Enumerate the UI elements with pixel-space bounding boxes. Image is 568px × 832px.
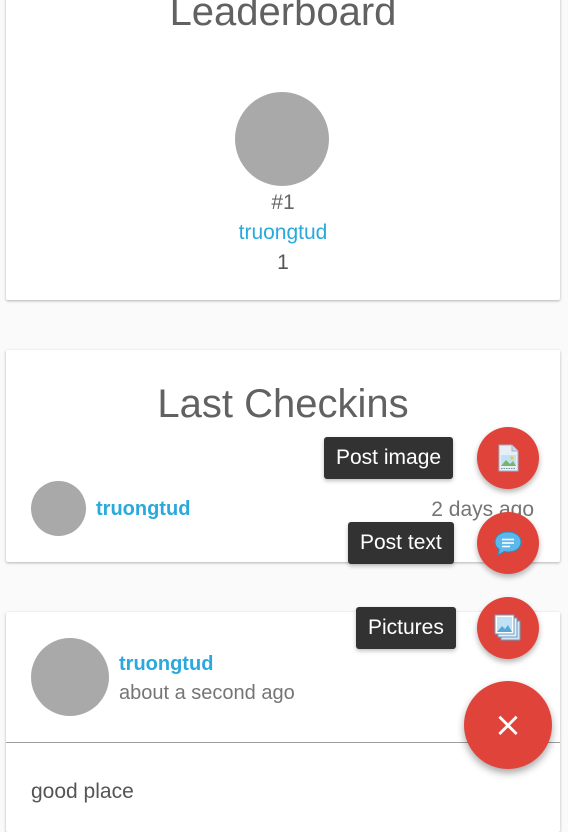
checkin-avatar[interactable] bbox=[31, 481, 86, 536]
pictures-icon bbox=[494, 614, 521, 641]
leader-username-link[interactable]: truongtud bbox=[6, 221, 560, 245]
leaderboard-title: Leaderboard bbox=[169, 0, 397, 34]
last-checkins-title: Last Checkins bbox=[157, 382, 409, 426]
chat-bubble-icon bbox=[494, 531, 522, 556]
leaderboard-card: Leaderboard #1 truongtud 1 bbox=[6, 0, 560, 300]
post-text: good place bbox=[31, 780, 134, 803]
leader-rank: #1 bbox=[271, 191, 295, 214]
post-text-button[interactable] bbox=[477, 512, 539, 574]
post-username-link[interactable]: truongtud bbox=[119, 653, 213, 676]
image-file-icon bbox=[498, 444, 519, 472]
post-image-button[interactable] bbox=[477, 427, 539, 489]
pictures-label[interactable]: Pictures bbox=[356, 607, 456, 649]
checkin-username-link[interactable]: truongtud bbox=[96, 498, 190, 521]
post-text-label[interactable]: Post text bbox=[348, 522, 454, 564]
post-avatar[interactable] bbox=[31, 638, 109, 716]
post-image-label[interactable]: Post image bbox=[324, 437, 454, 479]
fab-close-button[interactable]: × bbox=[464, 681, 552, 769]
close-icon: × bbox=[493, 705, 523, 745]
post-time: about a second ago bbox=[119, 682, 295, 704]
leader-score: 1 bbox=[277, 251, 289, 274]
pictures-button[interactable] bbox=[477, 597, 539, 659]
leader-avatar[interactable] bbox=[235, 92, 329, 186]
